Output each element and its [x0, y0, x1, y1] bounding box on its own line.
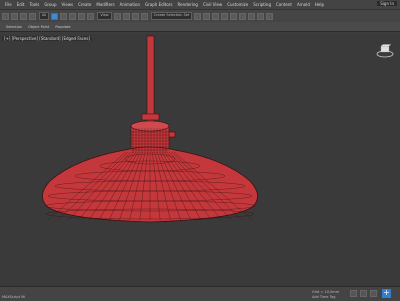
- render-icon[interactable]: [266, 12, 274, 20]
- zoom-icon[interactable]: [350, 290, 357, 297]
- render-setup-icon[interactable]: [248, 12, 256, 20]
- link-icon[interactable]: [20, 12, 27, 20]
- pan-icon[interactable]: [360, 290, 367, 297]
- selection-set-dropdown[interactable]: Create Selection Set: [150, 12, 193, 20]
- perspective-viewport[interactable]: [+] [Perspective] [Standard] [Edged Face…: [0, 34, 400, 286]
- maxscript-listener[interactable]: MAXScript Mi: [2, 295, 25, 299]
- status-bar: MAXScript Mi Grid = 10,0mm Add Time Tag …: [0, 286, 400, 301]
- menu-animation[interactable]: Animation: [120, 2, 140, 7]
- redo-icon[interactable]: [11, 12, 18, 20]
- select-scale-icon[interactable]: [87, 12, 95, 20]
- angle-snap-icon[interactable]: [131, 12, 139, 20]
- unlink-icon[interactable]: [29, 12, 36, 20]
- menu-edit[interactable]: Edit: [17, 2, 25, 7]
- orbit-icon[interactable]: [370, 290, 377, 297]
- select-move-icon[interactable]: [69, 12, 77, 20]
- menu-group[interactable]: Group: [44, 2, 56, 7]
- lamp-mesh[interactable]: [0, 34, 400, 286]
- ribbon-bar: Selection Object Paint Populate: [0, 22, 400, 32]
- menu-civil-view[interactable]: Civil View: [203, 2, 222, 7]
- menu-help[interactable]: Help: [315, 2, 324, 7]
- select-by-name-icon[interactable]: [60, 12, 68, 20]
- select-rotate-icon[interactable]: [78, 12, 86, 20]
- ribbon-tab-populate[interactable]: Populate: [55, 25, 70, 29]
- menu-rendering[interactable]: Rendering: [178, 2, 198, 7]
- grid-readout: Grid = 10,0mm: [312, 290, 340, 294]
- menu-create[interactable]: Create: [78, 2, 91, 7]
- render-frame-icon[interactable]: [257, 12, 265, 20]
- sign-in-button[interactable]: Sign In: [377, 1, 397, 6]
- curve-editor-icon[interactable]: [221, 12, 229, 20]
- menu-customize[interactable]: Customize: [227, 2, 248, 7]
- main-toolbar: All View Create Selection Set: [0, 10, 400, 22]
- undo-icon[interactable]: [2, 12, 9, 20]
- menu-arnold[interactable]: Arnold: [297, 2, 310, 7]
- add-time-tag[interactable]: Add Time Tag: [312, 295, 336, 299]
- menu-scripting[interactable]: Scripting: [253, 2, 271, 7]
- schematic-icon[interactable]: [230, 12, 238, 20]
- percent-snap-icon[interactable]: [140, 12, 148, 20]
- menu-modifiers[interactable]: Modifiers: [96, 2, 114, 7]
- pivot-icon[interactable]: [113, 12, 121, 20]
- layer-icon[interactable]: [212, 12, 220, 20]
- add-icon[interactable]: +: [382, 289, 391, 298]
- ribbon-tab-selection[interactable]: Selection: [6, 25, 22, 29]
- ribbon-tab-object-paint[interactable]: Object Paint: [28, 25, 49, 29]
- snap-icon[interactable]: [122, 12, 130, 20]
- reference-coordinate-dropdown[interactable]: View: [97, 12, 112, 20]
- select-object-icon[interactable]: [51, 12, 59, 20]
- menu-file[interactable]: File: [5, 2, 12, 7]
- material-editor-icon[interactable]: [239, 12, 247, 20]
- menu-tools[interactable]: Tools: [29, 2, 39, 7]
- align-icon[interactable]: [203, 12, 211, 20]
- menu-bar: File Edit Tools Group Views Create Modif…: [0, 0, 400, 10]
- menu-graph-editors[interactable]: Graph Editors: [145, 2, 172, 7]
- menu-content[interactable]: Content: [276, 2, 292, 7]
- selection-filter-dropdown[interactable]: All: [39, 12, 50, 20]
- menu-views[interactable]: Views: [62, 2, 74, 7]
- mirror-icon[interactable]: [194, 12, 202, 20]
